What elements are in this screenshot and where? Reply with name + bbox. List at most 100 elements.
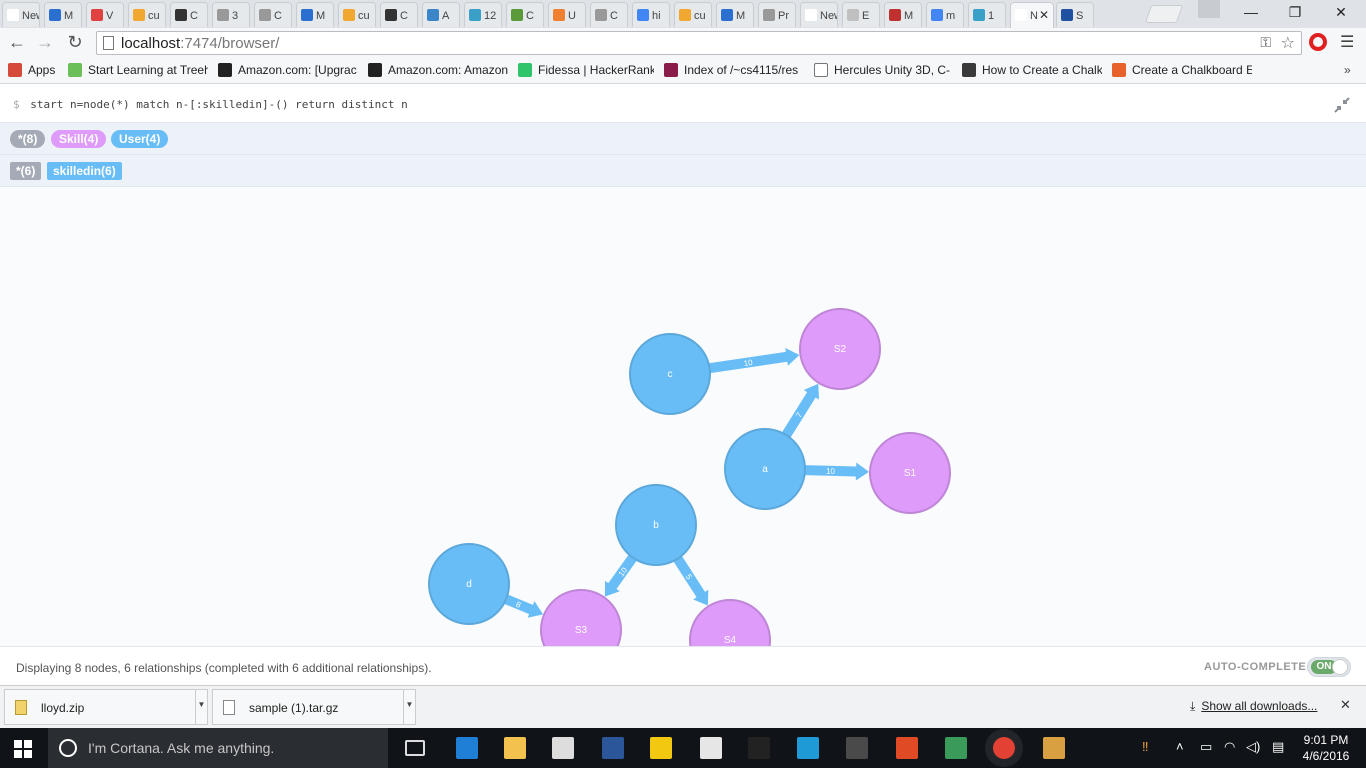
browser-tab[interactable]: cu [338, 2, 376, 27]
close-shelf-icon[interactable]: ✕ [1340, 697, 1351, 713]
browser-tab[interactable]: C [380, 2, 418, 27]
menu-icon[interactable]: ☰ [1340, 32, 1354, 52]
relationship-arrow[interactable]: 10 [598, 552, 641, 602]
node-label-pill[interactable]: Skill(4) [51, 130, 107, 148]
chevron-up-icon[interactable]: ˄ [1176, 739, 1184, 754]
paint-icon[interactable] [1043, 737, 1065, 759]
browser-tab[interactable]: C [170, 2, 208, 27]
skill-node[interactable]: S4 [689, 599, 771, 646]
edge-icon[interactable] [456, 737, 478, 759]
skill-node[interactable]: S1 [869, 432, 951, 514]
sublime-icon[interactable] [846, 737, 868, 759]
bookmark-item[interactable]: Start Learning at Treeh [68, 63, 208, 77]
browser-tab[interactable]: hi [632, 2, 670, 27]
browser-tab[interactable]: V [86, 2, 124, 27]
store-icon[interactable] [552, 737, 574, 759]
browser-tab[interactable]: 12 [464, 2, 502, 27]
devtool-icon[interactable] [797, 737, 819, 759]
browser-tab[interactable]: 3 [212, 2, 250, 27]
query-bar[interactable]: $ start n=node(*) match n-[:skilledin]-(… [0, 85, 1366, 123]
new-tab-button[interactable] [1144, 5, 1184, 23]
download-menu-chevron-icon[interactable]: ▼ [195, 690, 207, 724]
relationship-arrow[interactable]: 10 [804, 461, 870, 481]
cmd-icon[interactable] [748, 737, 770, 759]
relationship-arrow[interactable]: 8 [503, 591, 547, 623]
more-bookmarks-icon[interactable]: » [1344, 63, 1351, 77]
relationship-arrow[interactable]: 5 [670, 554, 715, 611]
browser-tab[interactable]: M [884, 2, 922, 27]
reload-icon[interactable]: ↻ [64, 32, 86, 53]
browser-tab[interactable]: M [296, 2, 334, 27]
windows-start-icon[interactable] [14, 740, 32, 758]
skill-node[interactable]: S3 [540, 589, 622, 646]
browser-tab[interactable]: New [800, 2, 838, 27]
user-node[interactable]: d [428, 543, 510, 625]
node-label-pill[interactable]: User(4) [111, 130, 169, 148]
minimize-button[interactable]: — [1228, 4, 1274, 20]
bookmark-item[interactable]: Create a Chalkboard E [1112, 63, 1252, 77]
word-icon[interactable] [602, 737, 624, 759]
forward-icon[interactable]: → [34, 32, 56, 53]
browser-tab[interactable]: M [44, 2, 82, 27]
restore-button[interactable]: ❐ [1272, 4, 1318, 21]
graph-canvas[interactable]: 1071010 58 cS2a S1bdS3S4 [0, 188, 1366, 646]
browser-tab[interactable]: C [590, 2, 628, 27]
download-item[interactable]: lloyd.zip ▼ [4, 689, 208, 725]
browser-tab[interactable]: cu [128, 2, 166, 27]
task-view-icon[interactable] [405, 740, 425, 756]
browser-tab[interactable]: 1 [968, 2, 1006, 27]
taskbar-clock[interactable]: 9:01 PM 4/6/2016 [1300, 732, 1352, 764]
file-explorer-icon[interactable] [504, 737, 526, 759]
browser-tab[interactable]: A [422, 2, 460, 27]
volume-icon[interactable]: ◁) [1246, 739, 1260, 755]
browser-tab[interactable]: E [842, 2, 880, 27]
action-center-icon[interactable]: ▤ [1272, 739, 1284, 755]
bookmark-item[interactable]: How to Create a Chalk [962, 63, 1102, 77]
relationship-arrow[interactable]: 7 [779, 379, 826, 440]
download-menu-chevron-icon[interactable]: ▼ [403, 690, 415, 724]
profile-icon[interactable] [1198, 0, 1220, 18]
back-icon[interactable]: ← [6, 32, 28, 53]
node-label-pill[interactable]: *(8) [10, 130, 46, 148]
bookmark-item[interactable]: Index of /~cs4115/res [664, 63, 804, 77]
cortana-search-box[interactable]: I'm Cortana. Ask me anything. [48, 728, 388, 768]
user-node[interactable]: a [724, 428, 806, 510]
maps-icon[interactable] [945, 737, 967, 759]
browser-tab[interactable]: C [506, 2, 544, 27]
user-node[interactable]: b [615, 484, 697, 566]
browser-tab[interactable]: cu [674, 2, 712, 27]
show-all-downloads-link[interactable]: ⤓ Show all downloads... [1190, 699, 1317, 714]
browser-tab[interactable]: U [548, 2, 586, 27]
browser-tab[interactable]: C [254, 2, 292, 27]
relationship-arrow[interactable]: 10 [708, 346, 800, 377]
user-node[interactable]: c [629, 333, 711, 415]
bookmark-star-icon[interactable]: ☆ [1281, 33, 1295, 53]
bookmark-item[interactable]: Apps [8, 63, 63, 77]
notification-warning-icon[interactable]: ‼ [1142, 739, 1149, 754]
bookmark-item[interactable]: Amazon.com: [Upgrac [218, 63, 358, 77]
browser-tab[interactable]: S [1056, 2, 1094, 27]
unity-icon[interactable] [700, 737, 722, 759]
address-bar[interactable]: localhost:7474/browser/ ⚿ ☆ [96, 31, 1302, 55]
bookmark-item[interactable]: Hercules Unity 3D, C- [814, 63, 952, 77]
bookmark-item[interactable]: Amazon.com: Amazon [368, 63, 508, 77]
browser-tab[interactable]: M [716, 2, 754, 27]
bookmark-item[interactable]: Fidessa | HackerRank [518, 63, 654, 77]
autocomplete-toggle[interactable]: ON [1307, 657, 1351, 677]
close-tab-icon[interactable]: ✕ [1039, 8, 1049, 22]
powerbi-icon[interactable] [650, 737, 672, 759]
opera-extension-icon[interactable] [1309, 33, 1327, 51]
browser-tab[interactable]: New [2, 2, 40, 27]
key-icon[interactable]: ⚿ [1260, 34, 1271, 51]
office-icon[interactable] [896, 737, 918, 759]
wifi-icon[interactable]: ◠ [1224, 739, 1235, 755]
browser-tab[interactable]: N ✕ [1010, 2, 1054, 28]
collapse-icon[interactable] [1333, 96, 1351, 114]
battery-icon[interactable]: ▭ [1200, 739, 1212, 755]
chrome-icon[interactable] [993, 737, 1015, 759]
download-item[interactable]: sample (1).tar.gz ▼ [212, 689, 416, 725]
relationship-type-pill[interactable]: *(6) [10, 162, 42, 180]
browser-tab[interactable]: m [926, 2, 964, 27]
browser-tab[interactable]: Pr [758, 2, 796, 27]
relationship-type-pill[interactable]: skilledin(6) [47, 162, 122, 180]
